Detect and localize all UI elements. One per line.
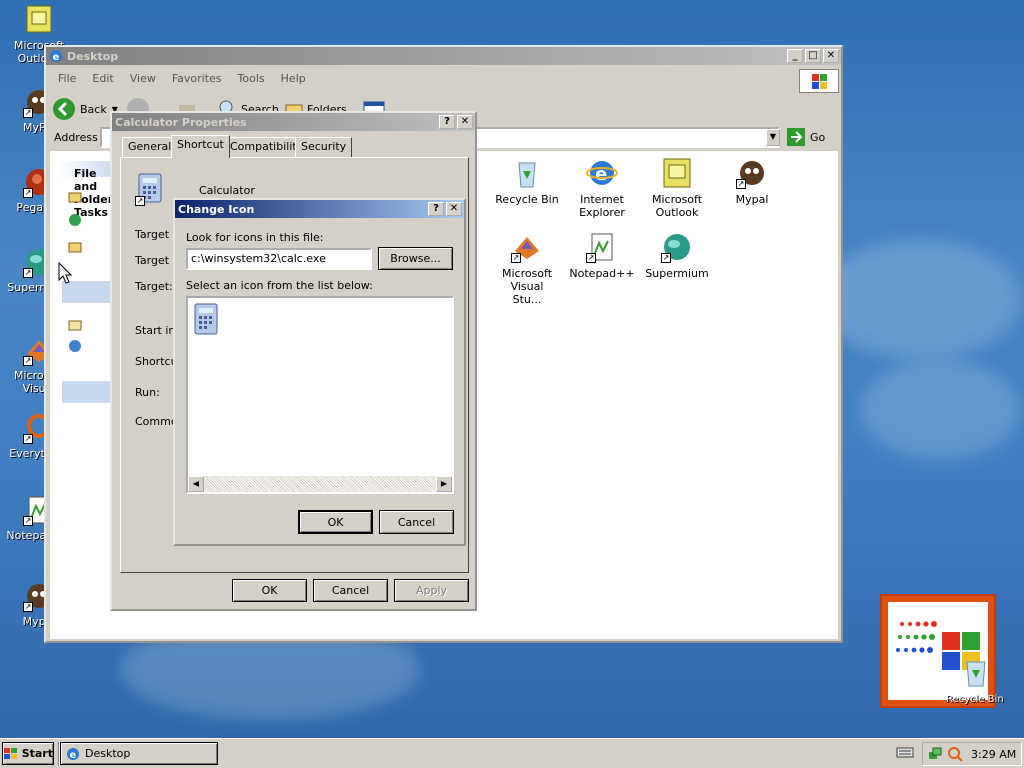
props-titlebar[interactable]: Calculator Properties ? ✕ [112,113,475,131]
windows-logo [799,69,839,93]
menu-favorites[interactable]: Favorites [164,69,230,89]
recycle-bin-icon[interactable] [962,658,990,688]
change-icon-cancel-button[interactable]: Cancel [379,510,454,534]
network-tray-icon[interactable] [927,746,943,765]
system-tray: 3:29 AM [922,742,1022,766]
share-folder-icon [68,242,82,253]
mouse-cursor [58,261,73,287]
taskbar-task-desktop[interactable]: e Desktop [60,742,218,765]
mypal-icon: ↗ [736,157,768,189]
address-dropdown-button[interactable]: ▼ [766,129,780,146]
icon-file-input[interactable]: c:\winsystem32\calc.exe [186,248,372,270]
props-title: Calculator Properties [115,115,247,129]
other-place-network[interactable] [68,339,82,356]
explorer-title: Desktop [67,49,119,63]
close-button[interactable]: ✕ [823,49,839,63]
cloud [860,360,1020,460]
item-outlook[interactable]: Microsoft Outlook [637,157,717,219]
file-task-share[interactable] [68,241,82,256]
props-ok-button[interactable]: OK [232,579,307,602]
menu-help[interactable]: Help [273,69,314,89]
tab-general[interactable]: General [122,137,178,157]
other-place-my-documents[interactable] [68,319,82,334]
tab-security[interactable]: Security [295,137,353,157]
cloud [820,240,1020,360]
help-button[interactable]: ? [439,115,455,129]
calculator-icon[interactable] [192,302,220,338]
svg-text:e: e [53,52,60,63]
visual-studio-icon: ↗ [511,231,543,263]
maximize-button[interactable]: □ [805,49,821,63]
folder-icon [68,192,82,203]
recycle-bin-icon [511,157,543,189]
ie-icon: e [49,49,63,63]
keyboard-icon[interactable] [896,745,914,762]
search-tray-icon[interactable] [947,746,963,765]
go-button[interactable]: Go [786,127,825,147]
menu-tools[interactable]: Tools [230,69,273,89]
tab-shortcut[interactable]: Shortcut [171,135,230,158]
supermium-icon: ↗ [661,231,693,263]
file-task-publish[interactable] [68,213,82,230]
address-label: Address [54,131,98,144]
horizontal-scrollbar[interactable]: ◀ ▶ [188,476,452,492]
globe-icon [69,214,81,226]
field-target: Target: [135,280,173,293]
change-icon-dialog: Change Icon ? ✕ Look for icons in this f… [173,198,466,546]
props-apply-button[interactable]: Apply [394,579,469,602]
item-supermium[interactable]: ↗ Supermium [637,231,717,280]
windows-flag-icon [4,747,17,759]
look-for-icons-label: Look for icons in this file: [186,231,324,244]
change-icon-ok-button[interactable]: OK [298,510,373,534]
help-button[interactable]: ? [428,202,444,216]
explorer-titlebar[interactable]: e Desktop _ □ ✕ [46,47,841,65]
browse-button[interactable]: Browse... [378,247,453,270]
ie-icon: e [67,747,79,761]
back-arrow-icon [53,98,75,120]
network-icon [69,340,81,352]
item-visual-studio[interactable]: ↗ Microsoft Visual Stu... [487,231,567,306]
notepad-plus-icon: ↗ [586,231,618,263]
clock[interactable]: 3:29 AM [971,748,1016,761]
field-run: Run: [135,386,160,399]
calculator-icon: ↗ [135,172,167,206]
close-button[interactable]: ✕ [457,115,473,129]
outlook-icon [661,157,693,189]
internet-explorer-icon: e [586,157,618,189]
start-button[interactable]: Start [2,742,54,765]
menu-edit[interactable]: Edit [84,69,121,89]
change-icon-titlebar[interactable]: Change Icon ? ✕ [175,200,464,218]
svg-text:e: e [70,750,77,761]
item-recycle-bin[interactable]: Recycle Bin [487,157,567,206]
change-icon-title: Change Icon [178,202,255,216]
documents-icon [68,320,82,331]
minimize-button[interactable]: _ [787,49,803,63]
back-button[interactable]: Back ▼ [52,97,118,121]
props-cancel-button[interactable]: Cancel [313,579,388,602]
recycle-bin-label: Recycle Bin [946,694,1004,705]
taskbar: Start e Desktop 3:29 AM [0,738,1024,768]
close-button[interactable]: ✕ [446,202,462,216]
windows-logo-widget: Recycle Bin [880,594,1004,708]
explorer-menubar: File Edit View Favorites Tools Help [50,69,314,89]
icon-list[interactable]: ◀ ▶ [186,296,454,494]
menu-file[interactable]: File [50,69,84,89]
select-icon-label: Select an icon from the list below: [186,279,373,292]
scroll-right-button[interactable]: ▶ [436,476,452,492]
outlook-icon [23,4,55,36]
menu-view[interactable]: View [122,69,164,89]
item-mypal[interactable]: ↗ Mypal [712,157,792,206]
shortcut-name: Calculator [199,184,255,197]
file-task-make-folder[interactable] [68,191,82,206]
go-arrow-icon [787,128,805,146]
item-notepad-plus[interactable]: ↗ Notepad++ [562,231,642,280]
item-internet-explorer[interactable]: e Internet Explorer [562,157,642,219]
scroll-left-button[interactable]: ◀ [188,476,204,492]
